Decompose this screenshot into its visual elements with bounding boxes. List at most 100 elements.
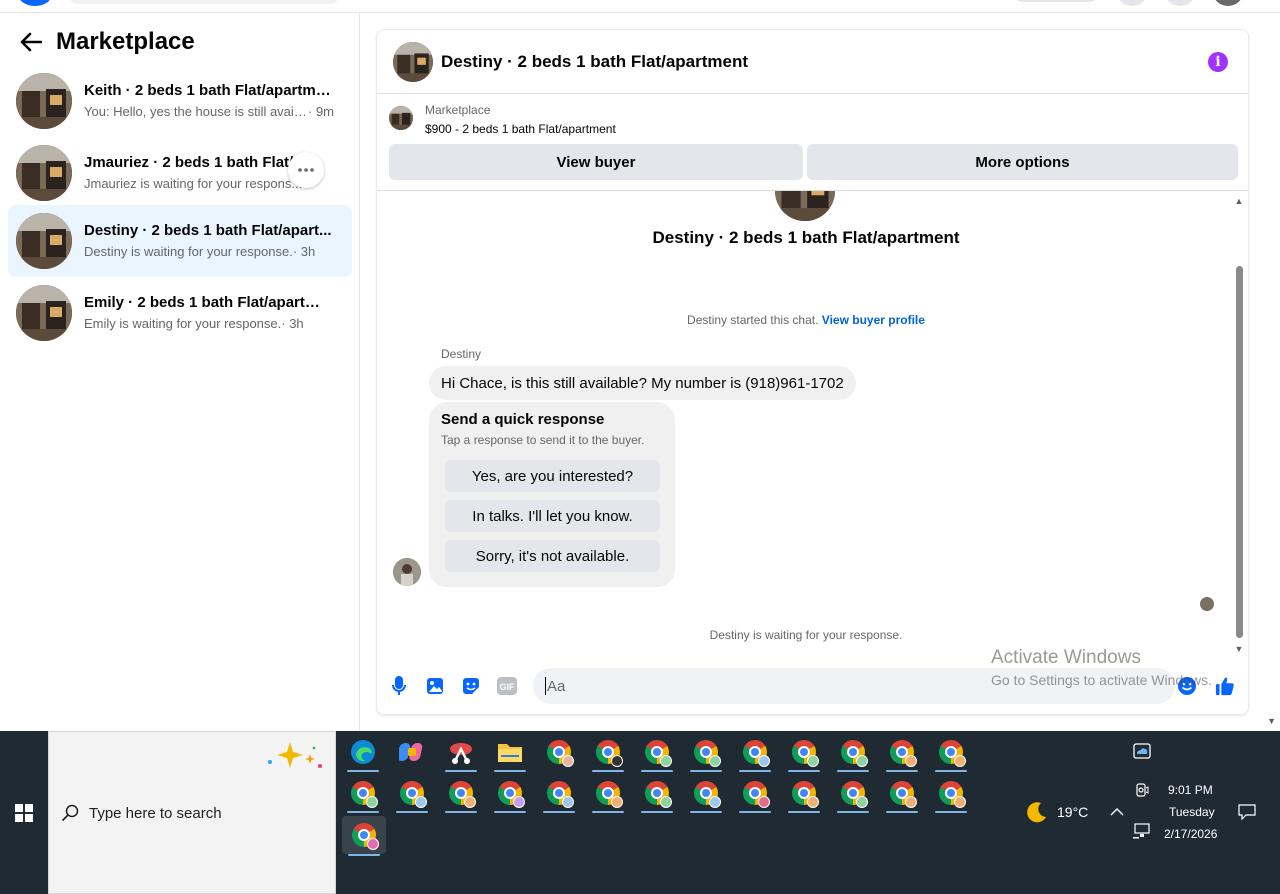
messenger-icon[interactable] — [1164, 0, 1196, 6]
conversation-name: Emily · 2 beds 1 bath Flat/apartment — [84, 294, 332, 311]
conversation-snippet: Emily is waiting for your response. — [84, 316, 282, 331]
taskbar-chrome-8[interactable] — [882, 734, 922, 772]
taskbar-chrome-9[interactable] — [931, 734, 971, 772]
network-icon[interactable] — [1133, 823, 1151, 839]
gif-label: GIF — [500, 682, 516, 692]
listing-thumbnail — [389, 106, 413, 130]
quick-response-card: Send a quick response Tap a response to … — [429, 402, 675, 587]
chrome-icon — [352, 823, 379, 850]
chat-title[interactable]: Destiny · 2 beds 1 bath Flat/apartment — [441, 52, 748, 72]
chat-panel: Destiny · 2 beds 1 bath Flat/apartment i… — [376, 29, 1249, 715]
facebook-search-bar[interactable] — [68, 0, 340, 4]
weather-moon-icon[interactable] — [1024, 799, 1050, 825]
facebook-logo-icon[interactable] — [18, 0, 52, 6]
taskbar-chrome-3[interactable] — [637, 734, 677, 772]
taskbar-chrome-21[interactable] — [882, 775, 922, 813]
conversation-item-destiny[interactable]: Destiny · 2 beds 1 bath Flat/apart... De… — [8, 205, 352, 277]
conversation-snippet: Jmauriez is waiting for your respons... — [84, 176, 303, 191]
conversation-time: · 3h — [292, 244, 316, 259]
chrome-icon — [890, 781, 917, 808]
scroll-down-arrow-icon[interactable]: ▼ — [1234, 644, 1244, 654]
gif-icon[interactable]: GIF — [497, 676, 517, 696]
taskbar-snipping-tool[interactable] — [441, 734, 481, 772]
photo-icon[interactable] — [425, 676, 445, 696]
taskbar-chrome-15[interactable] — [588, 775, 628, 813]
thumbs-up-icon[interactable] — [1215, 676, 1235, 696]
back-arrow-icon[interactable] — [18, 29, 44, 55]
chevron-up-icon[interactable] — [1108, 803, 1126, 821]
camera-icon[interactable] — [1134, 781, 1150, 799]
message-bubble[interactable]: Hi Chace, is this still available? My nu… — [429, 366, 856, 400]
chrome-icon — [645, 781, 672, 808]
info-icon[interactable]: i — [1208, 52, 1228, 72]
clock-date[interactable]: 2/17/2026 — [1164, 827, 1217, 841]
chrome-icon — [939, 740, 966, 767]
quick-response-subtitle: Tap a response to send it to the buyer. — [441, 433, 645, 447]
taskbar-chrome-14[interactable] — [539, 775, 579, 813]
taskbar-chrome-7[interactable] — [833, 734, 873, 772]
scroll-up-arrow-icon[interactable]: ▲ — [1234, 196, 1244, 206]
quick-response-in-talks[interactable]: In talks. I'll let you know. — [445, 500, 660, 532]
taskbar-chrome-20[interactable] — [833, 775, 873, 813]
page-scroll-down-arrow-icon[interactable]: ▼ — [1267, 716, 1276, 726]
menu-icon[interactable] — [1116, 0, 1148, 6]
taskbar-chrome-2[interactable] — [588, 734, 628, 772]
view-buyer-profile-link[interactable]: View buyer profile — [822, 313, 925, 327]
buyer-avatar[interactable] — [393, 558, 421, 586]
taskbar-file-explorer[interactable] — [490, 734, 530, 772]
taskbar-edge[interactable] — [343, 734, 383, 772]
view-buyer-button[interactable]: View buyer — [389, 144, 803, 180]
taskbar-chrome-12[interactable] — [441, 775, 481, 813]
windows-taskbar: Type here to search 19°C 9:01 PM Tuesday… — [0, 731, 1280, 894]
taskbar-chrome-19[interactable] — [784, 775, 824, 813]
onedrive-icon[interactable] — [1132, 741, 1152, 761]
listing-avatar — [16, 145, 72, 201]
nav-pill[interactable] — [1012, 0, 1100, 2]
conversation-more-button[interactable] — [288, 152, 324, 188]
taskbar-chrome-10[interactable] — [343, 775, 383, 813]
copilot-sparkle-icon[interactable] — [264, 740, 328, 776]
taskbar-chrome-5[interactable] — [735, 734, 775, 772]
taskbar-chrome-11[interactable] — [392, 775, 432, 813]
clock-day[interactable]: Tuesday — [1169, 805, 1215, 819]
taskbar-chrome-13[interactable] — [490, 775, 530, 813]
taskbar-chrome-22[interactable] — [931, 775, 971, 813]
notification-icon[interactable] — [1237, 803, 1257, 821]
conversation-item-keith[interactable]: Keith · 2 beds 1 bath Flat/apartment You… — [8, 65, 352, 137]
profile-avatar[interactable] — [1212, 0, 1244, 6]
microphone-icon[interactable] — [389, 676, 409, 696]
taskbar-chrome-16[interactable] — [637, 775, 677, 813]
clock-time[interactable]: 9:01 PM — [1168, 783, 1213, 797]
listing-summary[interactable]: Marketplace $900 - 2 beds 1 bath Flat/ap… — [389, 102, 616, 138]
quick-response-not-available[interactable]: Sorry, it's not available. — [445, 540, 660, 572]
sticker-icon[interactable] — [461, 676, 481, 696]
chrome-icon — [694, 740, 721, 767]
more-options-button[interactable]: More options — [807, 144, 1238, 180]
more-dots-icon — [298, 168, 314, 172]
start-button[interactable] — [0, 731, 48, 894]
conversation-item-emily[interactable]: Emily · 2 beds 1 bath Flat/apartment Emi… — [8, 277, 352, 349]
chrome-icon — [449, 781, 476, 808]
quick-response-yes[interactable]: Yes, are you interested? — [445, 460, 660, 492]
chat-hero-title: Destiny · 2 beds 1 bath Flat/apartment — [652, 228, 960, 247]
taskbar-copilot[interactable] — [392, 734, 432, 770]
taskbar-chrome-1[interactable] — [539, 734, 579, 770]
emoji-icon[interactable] — [1177, 676, 1197, 696]
chrome-icon — [400, 781, 427, 808]
message-scrollbar[interactable]: ▲ ▼ — [1234, 196, 1244, 654]
chat-listing-avatar[interactable] — [393, 41, 433, 82]
taskbar-chrome-6[interactable] — [784, 734, 824, 772]
taskbar-search-box[interactable]: Type here to search — [48, 731, 336, 894]
snipping-tool-icon — [450, 743, 472, 764]
scroll-thumb[interactable] — [1236, 266, 1243, 638]
taskbar-chrome-4[interactable] — [686, 734, 726, 772]
chrome-icon — [841, 740, 868, 767]
weather-temperature[interactable]: 19°C — [1057, 804, 1088, 820]
message-input[interactable]: Aa — [533, 668, 1175, 704]
taskbar-chrome-active[interactable] — [342, 816, 386, 856]
taskbar-chrome-17[interactable] — [686, 775, 726, 813]
listing-label: Marketplace — [425, 103, 491, 117]
listing-avatar — [16, 285, 72, 341]
taskbar-chrome-18[interactable] — [735, 775, 775, 813]
message-composer: GIF Aa — [377, 666, 1248, 706]
